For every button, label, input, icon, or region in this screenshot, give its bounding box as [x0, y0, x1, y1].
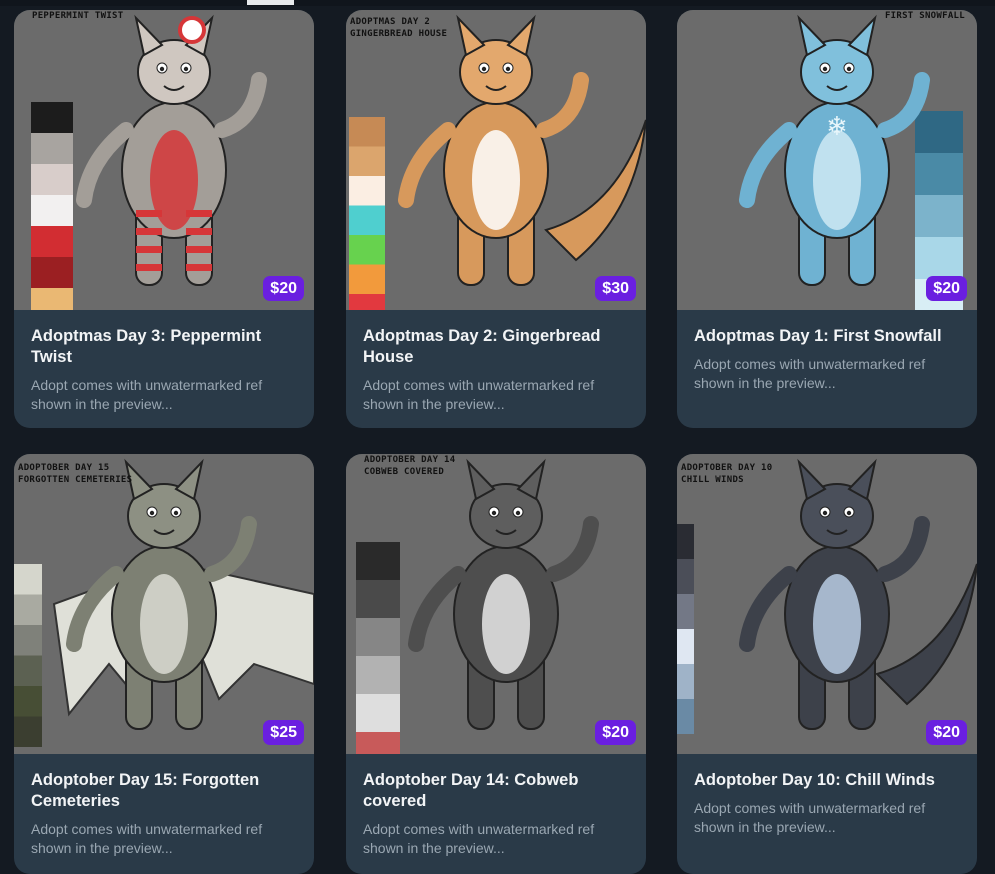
adopt-card[interactable]: PEPPERMINT TWIST $20 Adoptmas Day 3: Pep…	[14, 10, 314, 428]
bat-character	[52, 458, 314, 730]
card-description: Adopt comes with unwatermarked ref shown…	[694, 356, 926, 391]
card-title[interactable]: Adoptober Day 15: Forgotten Cemeteries	[31, 770, 301, 812]
artwork-caption: PEPPERMINT TWIST	[32, 11, 124, 21]
wolf-character-artwork: ❄	[739, 14, 963, 310]
card-thumbnail[interactable]: PEPPERMINT TWIST $20	[14, 10, 314, 310]
adopt-card[interactable]: ADOPTMAS DAY 2 GINGERBREAD HOUSE $30 Adop…	[346, 10, 646, 428]
palette-swatch	[356, 618, 400, 656]
palette-swatch	[349, 176, 385, 206]
dragon-character	[398, 14, 646, 286]
card-description: Adopt comes with unwatermarked ref shown…	[31, 377, 263, 412]
price-badge: $20	[926, 720, 967, 745]
crocodile-character	[739, 458, 977, 730]
wolf-character: ❄	[739, 14, 930, 286]
palette-swatch	[356, 694, 400, 732]
palette-swatch	[349, 294, 385, 310]
price-badge: $30	[595, 276, 636, 301]
wolf-character	[408, 458, 599, 730]
palette-swatch	[677, 699, 694, 734]
card-thumbnail[interactable]: ADOPTOBER DAY 14 COBWEB COVERED $20	[346, 454, 646, 754]
bat-character-artwork	[14, 458, 314, 747]
price-badge: $25	[263, 720, 304, 745]
palette-swatch	[349, 146, 385, 176]
palette-swatch	[31, 226, 73, 257]
color-palette	[14, 564, 42, 747]
crocodile-character-artwork	[677, 458, 977, 734]
card-thumbnail[interactable]: ADOPTMAS DAY 2 GINGERBREAD HOUSE $30	[346, 10, 646, 310]
palette-swatch	[14, 594, 42, 625]
card-description: Adopt comes with unwatermarked ref shown…	[31, 821, 263, 856]
card-thumbnail[interactable]: ❄ FIRST SNOWFALL $20	[677, 10, 977, 310]
adopt-card[interactable]: ADOPTOBER DAY 15 FORGOTTEN CEMETERIES $25…	[14, 454, 314, 874]
palette-swatch	[677, 594, 694, 629]
price-badge: $20	[595, 720, 636, 745]
palette-swatch	[915, 153, 963, 195]
artwork-caption: ADOPTOBER DAY 14 COBWEB COVERED	[364, 455, 456, 477]
color-palette	[356, 542, 400, 754]
adopt-card[interactable]: ❄ FIRST SNOWFALL $20 Adoptmas Day 1: Fir…	[677, 10, 977, 428]
card-title[interactable]: Adoptmas Day 3: Peppermint Twist	[31, 326, 301, 368]
palette-swatch	[915, 237, 963, 279]
card-description: Adopt comes with unwatermarked ref shown…	[694, 800, 926, 835]
palette-swatch	[31, 102, 73, 133]
palette-swatch	[356, 580, 400, 618]
color-palette	[677, 524, 694, 734]
sheep-character-artwork	[31, 14, 267, 310]
palette-swatch	[915, 111, 963, 153]
palette-swatch	[349, 117, 385, 147]
palette-swatch	[31, 195, 73, 226]
card-description: Adopt comes with unwatermarked ref shown…	[363, 821, 595, 856]
adopt-grid: PEPPERMINT TWIST $20 Adoptmas Day 3: Pep…	[0, 0, 995, 874]
palette-swatch	[349, 264, 385, 294]
card-title[interactable]: Adoptober Day 10: Chill Winds	[694, 770, 964, 791]
palette-swatch	[356, 656, 400, 694]
artwork-caption: ADOPTMAS DAY 2 GINGERBREAD HOUSE	[350, 17, 448, 39]
artwork-caption: FIRST SNOWFALL	[884, 11, 965, 21]
palette-swatch	[14, 686, 42, 717]
color-palette	[349, 117, 385, 310]
price-badge: $20	[263, 276, 304, 301]
palette-swatch	[677, 664, 694, 699]
artwork-caption: ADOPTOBER DAY 10 CHILL WINDS	[681, 463, 773, 485]
sheep-character	[76, 14, 267, 286]
dragon-character-artwork	[349, 14, 646, 310]
palette-swatch	[915, 195, 963, 237]
color-palette	[31, 102, 73, 310]
palette-swatch	[356, 732, 400, 754]
palette-swatch	[349, 235, 385, 265]
card-title[interactable]: Adoptmas Day 1: First Snowfall	[694, 326, 964, 347]
price-badge: $20	[926, 276, 967, 301]
palette-swatch	[356, 542, 400, 580]
palette-swatch	[677, 559, 694, 594]
palette-swatch	[31, 257, 73, 288]
card-title[interactable]: Adoptmas Day 2: Gingerbread House	[363, 326, 633, 368]
card-description: Adopt comes with unwatermarked ref shown…	[363, 377, 595, 412]
palette-swatch	[31, 164, 73, 195]
adopt-card[interactable]: ADOPTOBER DAY 10 CHILL WINDS $20 Adoptobe…	[677, 454, 977, 874]
artwork-caption: ADOPTOBER DAY 15 FORGOTTEN CEMETERIES	[18, 463, 133, 485]
card-thumbnail[interactable]: ADOPTOBER DAY 10 CHILL WINDS $20	[677, 454, 977, 754]
wolf-character-artwork	[356, 458, 599, 754]
palette-swatch	[14, 716, 42, 747]
card-title[interactable]: Adoptober Day 14: Cobweb covered	[363, 770, 633, 812]
svg-text:❄: ❄	[826, 112, 848, 142]
palette-swatch	[349, 205, 385, 235]
palette-swatch	[14, 564, 42, 595]
palette-swatch	[677, 629, 694, 664]
adopt-card[interactable]: ADOPTOBER DAY 14 COBWEB COVERED $20 Adopt…	[346, 454, 646, 874]
card-thumbnail[interactable]: ADOPTOBER DAY 15 FORGOTTEN CEMETERIES $25	[14, 454, 314, 754]
palette-swatch	[31, 288, 73, 310]
palette-swatch	[31, 133, 73, 164]
palette-swatch	[14, 655, 42, 686]
palette-swatch	[14, 625, 42, 656]
palette-swatch	[677, 524, 694, 559]
